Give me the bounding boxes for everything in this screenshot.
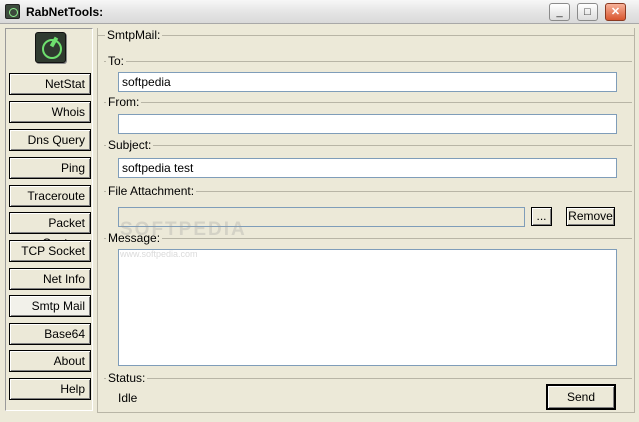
smtp-group: SmtpMail: (97, 28, 635, 42)
softpedia-watermark: SOFTPEDIA (120, 219, 247, 240)
nav-base64-button[interactable]: Base64 (9, 323, 91, 345)
message-textarea[interactable] (118, 249, 617, 366)
attachment-group: File Attachment: (104, 184, 632, 198)
subject-group: Subject: (104, 138, 632, 152)
browse-attachment-button[interactable]: ... (531, 207, 552, 226)
to-input[interactable]: softpedia (118, 72, 617, 92)
nav-help-button[interactable]: Help (9, 378, 91, 400)
remove-attachment-button[interactable]: Remove (566, 207, 615, 226)
nav-net-info-button[interactable]: Net Info (9, 268, 91, 290)
nav-packet-capture-button[interactable]: Packet Capture (9, 212, 91, 250)
from-group: From: (104, 95, 632, 109)
nav-about-button[interactable]: About (9, 350, 91, 372)
status-group: Status: (104, 371, 632, 385)
subject-label: Subject: (106, 138, 154, 152)
from-label: From: (106, 95, 142, 109)
attachment-label: File Attachment: (106, 184, 197, 198)
status-value: Idle (118, 391, 138, 405)
nav-tcp-socket-button[interactable]: TCP Socket (9, 240, 91, 262)
to-group: To: (104, 54, 632, 68)
rabnettools-logo-icon (35, 32, 66, 63)
window-title: RabNetTools: (26, 5, 104, 19)
app-icon (5, 4, 20, 19)
status-label: Status: (106, 371, 148, 385)
nav-ping-button[interactable]: Ping (9, 157, 91, 179)
minimize-button[interactable]: _ (549, 3, 570, 21)
to-label: To: (106, 54, 127, 68)
title-bar: RabNetTools: _ □ ✕ (0, 0, 639, 24)
nav-netstat-button[interactable]: NetStat (9, 73, 91, 95)
send-button[interactable]: Send (546, 384, 616, 410)
subject-input[interactable]: softpedia test (118, 158, 617, 178)
from-input[interactable] (118, 114, 617, 134)
close-button[interactable]: ✕ (605, 3, 626, 21)
smtp-group-title: SmtpMail: (105, 28, 163, 42)
nav-traceroute-button[interactable]: Traceroute (9, 185, 91, 207)
nav-dns-query-button[interactable]: Dns Query (9, 129, 91, 151)
softpedia-watermark-url: www.softpedia.com (120, 249, 198, 259)
nav-whois-button[interactable]: Whois (9, 101, 91, 123)
maximize-button[interactable]: □ (577, 3, 598, 21)
tool-sidebar: NetStat Whois Dns Query Ping Traceroute … (5, 28, 93, 411)
nav-smtp-mail-button[interactable]: Smtp Mail (9, 295, 91, 317)
